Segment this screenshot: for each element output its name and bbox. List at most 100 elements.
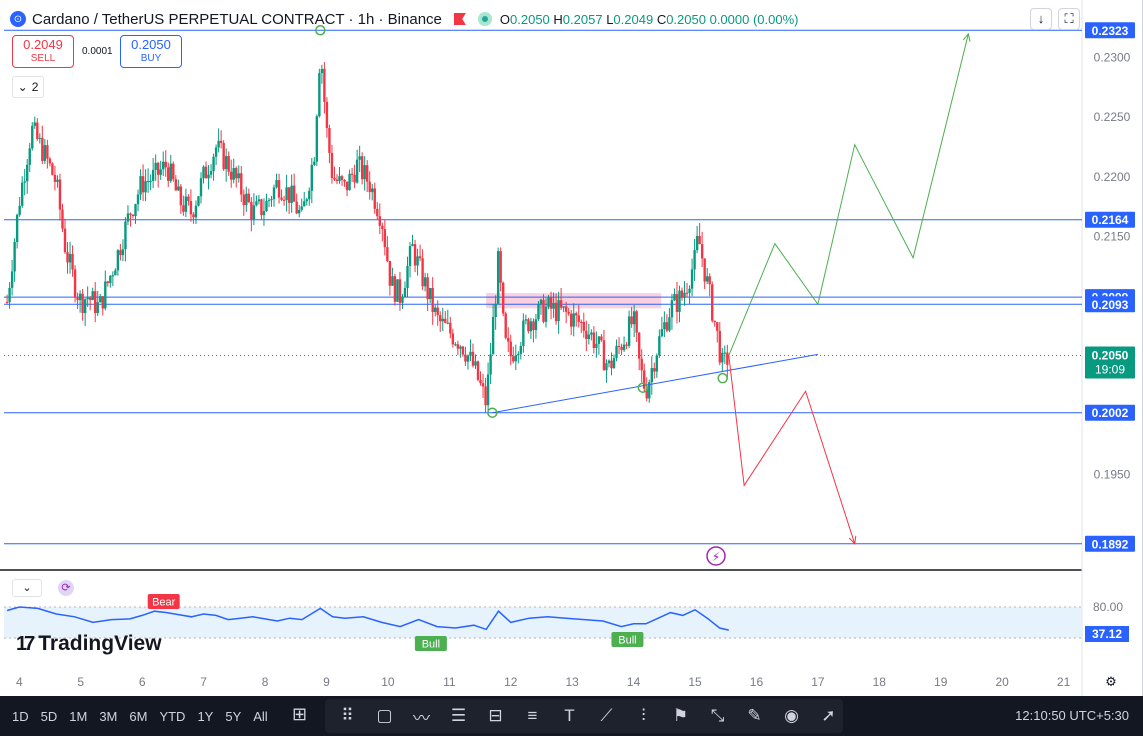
candle-body xyxy=(275,180,278,188)
bearish-projection-path xyxy=(728,355,856,544)
ruler-icon[interactable]: ⤡ xyxy=(703,702,732,730)
rectangle-icon[interactable]: ▢ xyxy=(370,702,399,730)
candle-body xyxy=(129,213,132,215)
candle-body xyxy=(109,275,112,284)
candle-body xyxy=(449,322,452,334)
parallel-channel-icon[interactable]: ≡ xyxy=(518,702,547,730)
candle-body xyxy=(517,353,520,356)
drag-handle-icon[interactable]: ⠿ xyxy=(333,702,362,730)
candle-body xyxy=(141,176,145,193)
candle-body xyxy=(703,258,706,282)
candle-body xyxy=(174,179,178,191)
symbol-title[interactable]: Cardano / TetherUS PERPETUAL CONTRACT · … xyxy=(32,11,442,28)
buy-button[interactable]: 0.2050 BUY xyxy=(120,35,182,68)
range-1d[interactable]: 1D xyxy=(12,709,29,724)
candle-body xyxy=(534,319,538,331)
calendar-goto-icon[interactable]: ⊞ xyxy=(292,704,307,725)
candle-body xyxy=(159,169,162,175)
candle-body xyxy=(320,68,324,74)
candle-body xyxy=(655,355,659,372)
range-1y[interactable]: 1Y xyxy=(197,709,213,724)
text-icon[interactable]: T xyxy=(555,702,584,730)
candle-body xyxy=(501,282,505,314)
range-3m[interactable]: 3M xyxy=(99,709,117,724)
candle-body xyxy=(602,340,606,371)
candle-body xyxy=(308,190,311,200)
candle-body xyxy=(474,361,477,366)
range-all[interactable]: All xyxy=(253,709,267,724)
candle-body xyxy=(88,297,92,300)
candle-body xyxy=(685,292,689,294)
candle-body xyxy=(507,337,510,342)
candle-body xyxy=(572,313,575,327)
price-chart[interactable]: ⚡ 0.2300 0.2250 0.2200 0.2150 0.1950 0.2323 0.2… xyxy=(0,0,1143,696)
candle-body xyxy=(28,148,31,165)
price-change: 0.0000 (0.00%) xyxy=(709,11,799,27)
arrow-icon[interactable]: ➚ xyxy=(814,702,843,730)
clock-display[interactable]: 12:10:50 UTC+5:30 xyxy=(1015,708,1129,723)
candle-body xyxy=(486,374,490,406)
candle-body xyxy=(71,253,74,270)
candle-body xyxy=(287,187,291,203)
candle-body xyxy=(693,250,696,270)
candle-body xyxy=(76,297,79,301)
flag-marker-icon[interactable]: ⚑ xyxy=(666,702,695,730)
range-5y[interactable]: 5Y xyxy=(225,709,241,724)
eye-icon[interactable]: ◉ xyxy=(777,702,806,730)
time-tick-label: 18 xyxy=(873,675,887,689)
candle-body xyxy=(156,162,160,175)
rsi-collapse-button[interactable]: ⌄ xyxy=(12,579,42,597)
price-level-label: 0.2002 xyxy=(1092,406,1129,420)
divergence-label: Bull xyxy=(422,639,440,651)
flag-icon[interactable] xyxy=(453,13,466,25)
candle-body xyxy=(179,186,183,206)
candle-body xyxy=(718,330,721,363)
candle-body xyxy=(630,316,633,325)
candle-body xyxy=(240,173,243,195)
candle-body xyxy=(184,196,188,212)
candle-body xyxy=(489,354,492,375)
candle-body xyxy=(454,344,457,346)
candle-body xyxy=(343,179,346,182)
time-tick-label: 21 xyxy=(1057,675,1071,689)
candle-body xyxy=(169,163,172,181)
candle-body xyxy=(26,164,29,182)
candle-body xyxy=(585,330,588,339)
download-arrow-icon[interactable]: ↓ xyxy=(1030,8,1052,30)
candle-body xyxy=(217,140,220,148)
candle-body xyxy=(539,299,543,304)
candle-body xyxy=(101,296,104,309)
candle-body xyxy=(209,171,213,175)
fib-retracement-icon[interactable]: ☰ xyxy=(444,702,473,730)
range-ytd[interactable]: YTD xyxy=(159,709,185,724)
candle-body xyxy=(393,276,397,302)
time-tick-label: 6 xyxy=(139,675,146,689)
fullscreen-icon[interactable]: ⛶ xyxy=(1058,8,1080,30)
candle-body xyxy=(111,275,115,277)
range-5d[interactable]: 5D xyxy=(41,709,58,724)
candle-body xyxy=(146,180,150,182)
divergence-label: Bear xyxy=(152,597,176,609)
candle-body xyxy=(494,303,497,318)
brush-icon[interactable]: ✎ xyxy=(740,702,769,730)
candle-body xyxy=(114,270,117,276)
sell-button[interactable]: 0.2049 SELL xyxy=(12,35,74,68)
long-short-icon[interactable]: ⊟ xyxy=(481,702,510,730)
path-icon[interactable]: 〰 xyxy=(407,702,436,730)
candle-body xyxy=(315,116,319,162)
candle-body xyxy=(260,199,263,216)
range-6m[interactable]: 6M xyxy=(129,709,147,724)
candle-body xyxy=(162,161,165,170)
candle-body xyxy=(459,346,462,349)
candle-body xyxy=(31,125,34,149)
indicators-toggle[interactable]: ⌄ 2 xyxy=(12,76,44,98)
pitchfork-icon[interactable]: ⫶ xyxy=(629,702,658,730)
rsi-refresh-icon[interactable]: ⟳ xyxy=(58,580,74,596)
candle-body xyxy=(421,258,424,287)
visibility-eye-icon[interactable] xyxy=(477,12,492,26)
candle-body xyxy=(68,253,72,263)
candle-body xyxy=(622,344,626,351)
range-1m[interactable]: 1M xyxy=(69,709,87,724)
candle-body xyxy=(418,256,422,259)
trend-line-icon[interactable]: ⟋ xyxy=(592,702,621,730)
